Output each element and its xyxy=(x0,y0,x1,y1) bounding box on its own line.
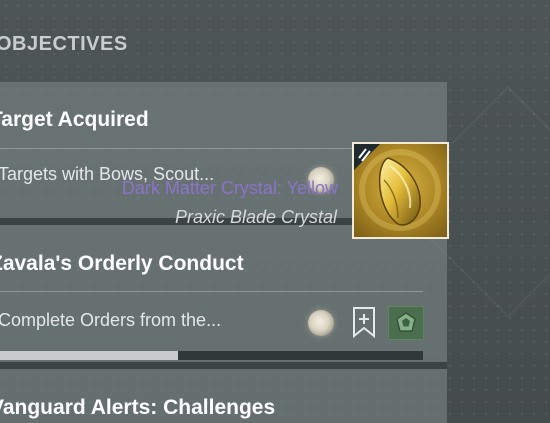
quest-item-vanguard-alerts[interactable]: Vanguard Alerts: Challenges xyxy=(0,396,423,423)
item-name: Dark Matter Crystal: Yellow xyxy=(121,178,338,198)
quest-progress-bar xyxy=(0,351,423,360)
quest-title: Vanguard Alerts: Challenges xyxy=(0,396,276,419)
item-type: Praxic Blade Crystal xyxy=(174,207,337,227)
vanguard-quest-icon[interactable] xyxy=(388,306,424,340)
quest-description: Complete Orders from the... xyxy=(0,310,222,330)
item-icon-frame[interactable] xyxy=(352,142,449,239)
section-title: OBJECTIVES xyxy=(0,33,128,55)
quest-progress-fill xyxy=(0,351,178,360)
item-type-badge-icon xyxy=(354,144,380,170)
quest-separator xyxy=(0,362,447,369)
quest-emblem-icon xyxy=(396,312,416,332)
quest-title: Target Acquired xyxy=(0,108,149,131)
quest-title: Zavala's Orderly Conduct xyxy=(0,252,244,275)
engram-orb-icon xyxy=(308,310,334,336)
bookmark-plus-icon[interactable] xyxy=(352,306,376,338)
objectives-panel: Target Acquired Targets with Bows, Scout… xyxy=(0,82,447,423)
quest-divider xyxy=(0,291,423,292)
